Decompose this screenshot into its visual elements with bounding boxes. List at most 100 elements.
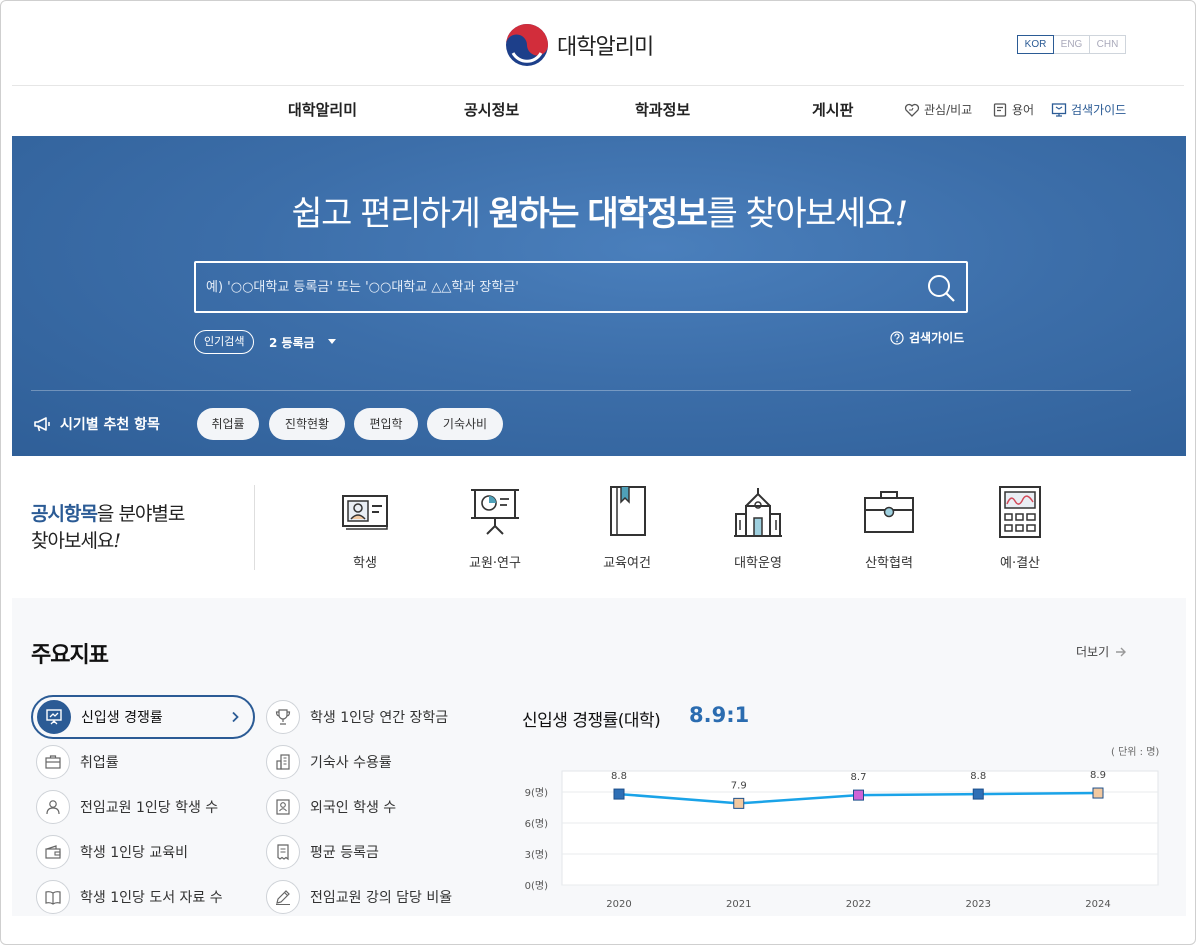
popular-search-keyword[interactable]: 2 등록금 bbox=[269, 334, 315, 351]
category-title: 공시항목을 분야별로 찾아보세요! bbox=[31, 501, 185, 555]
search-icon[interactable] bbox=[926, 273, 956, 303]
category-faculty-research[interactable]: 교원·연구 bbox=[450, 484, 540, 571]
chevron-down-icon[interactable] bbox=[328, 339, 336, 344]
category-label: 교육여건 bbox=[603, 556, 651, 571]
briefcase-icon bbox=[45, 755, 61, 769]
hero-divider bbox=[31, 390, 1131, 391]
chip-dormitory-fee[interactable]: 기숙사비 bbox=[427, 408, 503, 440]
category-budget-settlement[interactable]: 예·결산 bbox=[975, 484, 1065, 571]
category-label: 예·결산 bbox=[999, 556, 1040, 571]
site-logo[interactable]: 대학알리미 bbox=[505, 23, 654, 67]
indicator-education-cost[interactable]: 학생 1인당 교육비 bbox=[36, 830, 188, 874]
nav-item-board[interactable]: 게시판 bbox=[812, 99, 853, 120]
glossary-icon bbox=[993, 102, 1007, 117]
indicator-label: 외국인 학생 수 bbox=[310, 800, 397, 816]
lang-kor[interactable]: KOR bbox=[1017, 35, 1054, 54]
building-icon bbox=[276, 754, 290, 770]
indicator-freshman-competition[interactable]: 신입생 경쟁률 bbox=[31, 695, 255, 739]
indicator-icon-wrap bbox=[266, 880, 300, 914]
hero-title-mid bbox=[578, 194, 587, 234]
chart-y-tick-label: 9(명) bbox=[525, 787, 548, 799]
category-title-bold: 공시항목 bbox=[31, 503, 98, 525]
favorite-compare-label: 관심/비교 bbox=[924, 103, 973, 117]
popular-search-badge: 인기검색 bbox=[194, 330, 255, 354]
category-title-rest: 을 분야별로 bbox=[96, 503, 185, 525]
category-label: 학생 bbox=[353, 556, 377, 571]
person-icon bbox=[46, 800, 60, 815]
taegeuk-logo-icon bbox=[506, 24, 548, 66]
category-education-environment[interactable]: 교육여건 bbox=[582, 484, 672, 571]
header-divider bbox=[12, 85, 1184, 86]
hero-title-excl: ! bbox=[894, 194, 908, 234]
chart-x-tick-label: 2024 bbox=[1085, 899, 1110, 910]
chart-x-tick-label: 2023 bbox=[966, 899, 991, 910]
chip-transfer[interactable]: 편입학 bbox=[354, 408, 418, 440]
indicator-icon-wrap bbox=[266, 700, 300, 734]
category-university-management[interactable]: 대학운영 bbox=[713, 484, 803, 571]
chip-employment[interactable]: 취업률 bbox=[197, 408, 259, 440]
category-student[interactable]: 학생 bbox=[320, 484, 410, 571]
indicator-label: 취업률 bbox=[80, 755, 119, 771]
terms-link[interactable]: 용어 bbox=[992, 101, 1034, 118]
open-book-icon bbox=[45, 891, 61, 905]
category-label: 교원·연구 bbox=[469, 556, 521, 571]
recommend-label: 시기별 추천 항목 bbox=[32, 414, 160, 434]
indicator-library-materials[interactable]: 학생 1인당 도서 자료 수 bbox=[36, 875, 223, 919]
monitor-guide-icon bbox=[1051, 102, 1067, 117]
chart-headline-value: 8.9:1 bbox=[689, 703, 750, 727]
search-guide-label: 검색가이드 bbox=[1071, 103, 1127, 117]
competition-rate-line-chart: 0(명) 3(명) 6(명) 9(명) 8.8 2020 7.9 2021 8.7 2022 8.8… bbox=[525, 770, 1159, 910]
indicator-label: 학생 1인당 연간 장학금 bbox=[310, 710, 449, 726]
indicator-icon-wrap bbox=[266, 790, 300, 824]
indicator-average-tuition[interactable]: 평균 등록금 bbox=[266, 830, 379, 874]
category-industry-cooperation[interactable]: 산학협력 bbox=[844, 484, 934, 571]
chart-plot-area bbox=[561, 770, 1159, 886]
indicator-icon-wrap bbox=[266, 745, 300, 779]
arrow-right-icon bbox=[1116, 647, 1127, 656]
indicator-employment-rate[interactable]: 취업률 bbox=[36, 740, 119, 784]
hero-search-guide-label: 검색가이드 bbox=[909, 331, 965, 345]
more-link[interactable]: 더보기 bbox=[1076, 643, 1127, 660]
category-label: 산학협력 bbox=[865, 556, 913, 571]
nav-item-department[interactable]: 학과정보 bbox=[635, 99, 690, 120]
nav-item-disclosure[interactable]: 공시정보 bbox=[464, 99, 519, 120]
hero-search-guide-link[interactable]: 검색가이드 bbox=[890, 329, 964, 346]
indicator-icon-wrap bbox=[36, 790, 70, 824]
nav-item-univ-alimi[interactable]: 대학알리미 bbox=[288, 99, 357, 120]
lang-eng[interactable]: ENG bbox=[1053, 35, 1090, 54]
search-input[interactable] bbox=[206, 263, 906, 311]
site-logo-text: 대학알리미 bbox=[557, 35, 654, 60]
chart-data-label: 7.9 bbox=[731, 780, 747, 791]
indicator-icon-wrap bbox=[36, 745, 70, 779]
chart-y-tick-label: 3(명) bbox=[525, 849, 548, 861]
briefcase-icon bbox=[864, 491, 914, 533]
favorite-compare-link[interactable]: 관심/비교 bbox=[904, 101, 972, 118]
indicator-foreign-students[interactable]: 외국인 학생 수 bbox=[266, 785, 396, 829]
chart-data-label: 8.7 bbox=[851, 772, 867, 783]
question-circle-icon bbox=[890, 330, 904, 345]
indicator-label: 학생 1인당 도서 자료 수 bbox=[80, 890, 223, 906]
chart-title: 신입생 경쟁률(대학) bbox=[522, 711, 661, 731]
trophy-icon bbox=[275, 709, 291, 725]
indicator-lecture-ratio[interactable]: 전임교원 강의 담당 비율 bbox=[266, 875, 452, 919]
indicator-students-per-faculty[interactable]: 전임교원 1인당 학생 수 bbox=[36, 785, 218, 829]
chart-unit-note: ( 단위 : 명) bbox=[1111, 747, 1160, 758]
lang-chn[interactable]: CHN bbox=[1089, 35, 1126, 54]
megaphone-icon bbox=[34, 417, 50, 432]
chart-data-label: 8.8 bbox=[611, 771, 627, 782]
indicator-dormitory-rate[interactable]: 기숙사 수용률 bbox=[266, 740, 392, 784]
wallet-icon bbox=[45, 845, 61, 859]
hero-title-bold-2: 대학정보 bbox=[587, 194, 708, 234]
indicator-label: 평균 등록금 bbox=[310, 845, 379, 861]
language-switcher: KOR ENG CHN bbox=[1017, 35, 1126, 54]
key-indicators-title: 주요지표 bbox=[31, 643, 109, 668]
presentation-icon bbox=[46, 709, 62, 725]
chart-x-tick-label: 2021 bbox=[726, 899, 751, 910]
indicator-scholarship[interactable]: 학생 1인당 연간 장학금 bbox=[266, 695, 448, 739]
search-guide-link[interactable]: 검색가이드 bbox=[1051, 101, 1126, 118]
university-building-icon bbox=[734, 488, 782, 537]
chip-advancement[interactable]: 진학현황 bbox=[269, 408, 345, 440]
indicator-icon-wrap bbox=[36, 835, 70, 869]
chart-point bbox=[1092, 787, 1104, 799]
chart-y-tick-label: 6(명) bbox=[525, 818, 548, 830]
